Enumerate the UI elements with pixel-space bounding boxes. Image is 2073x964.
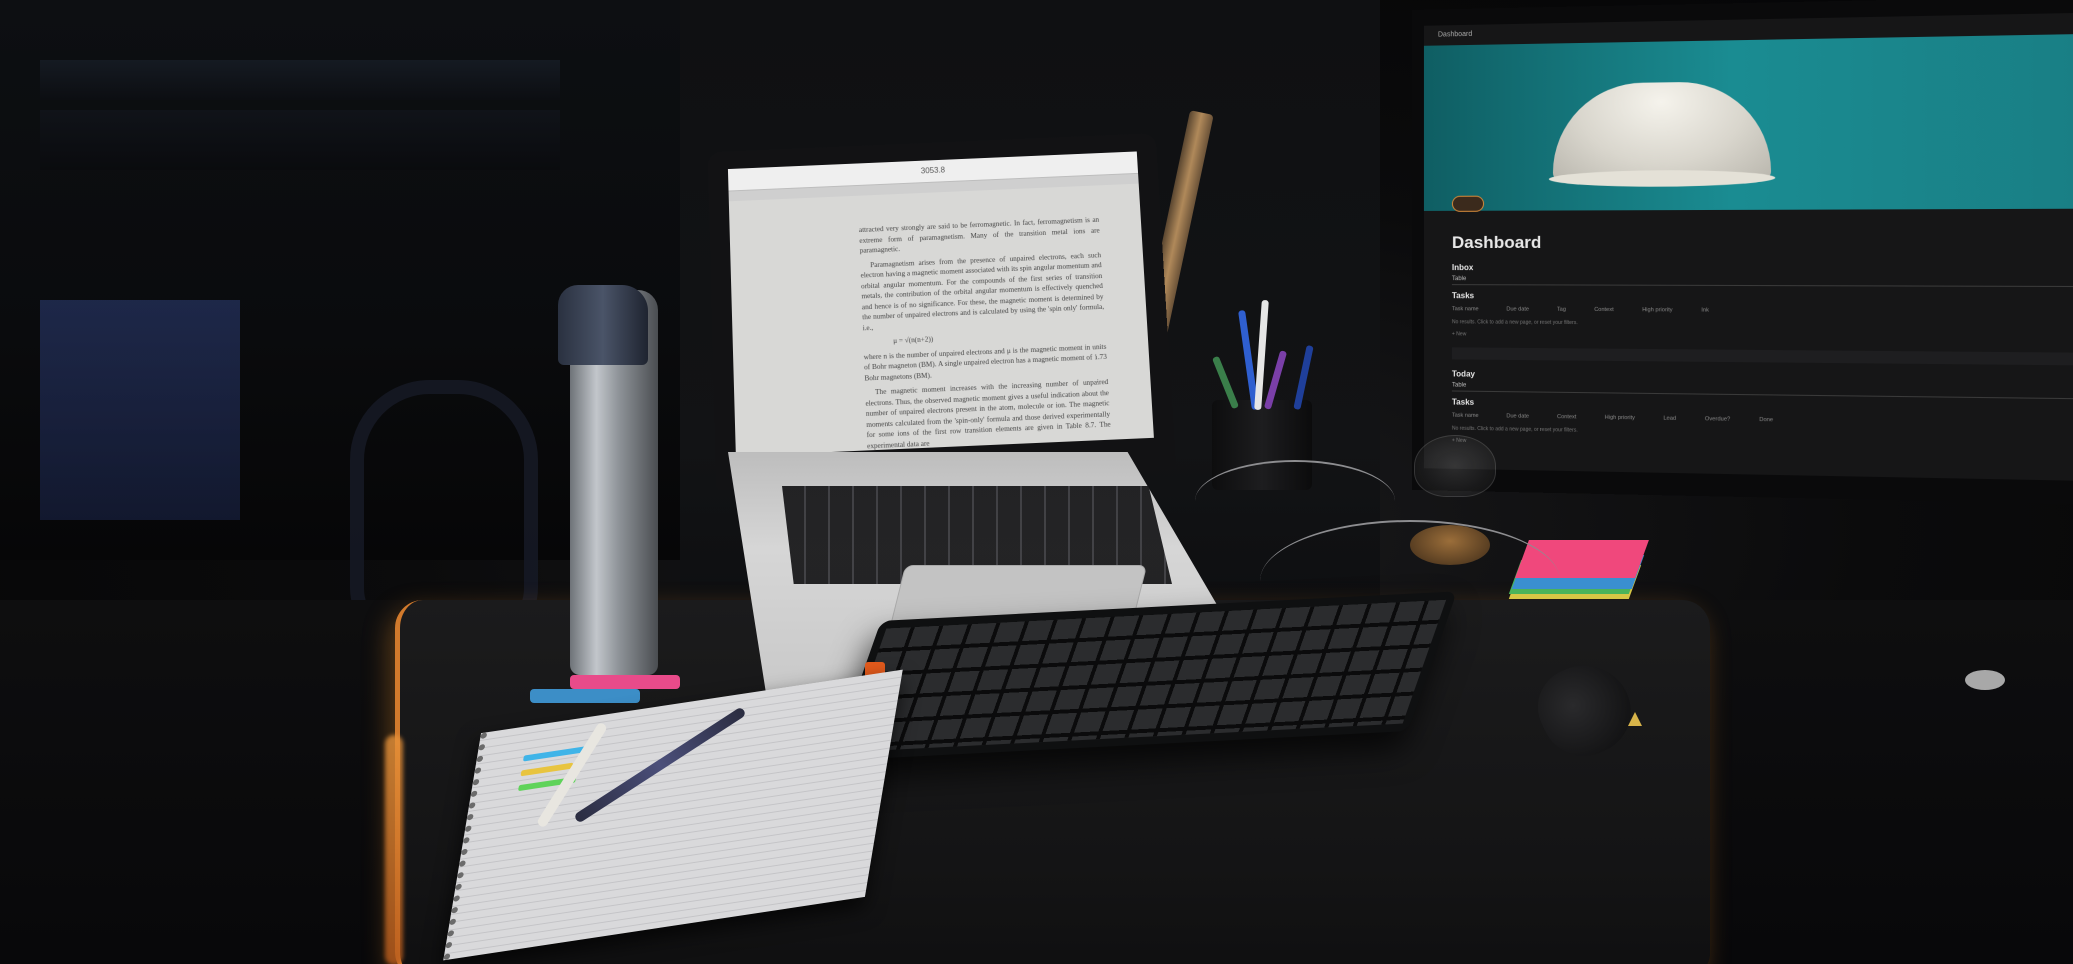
document-body: attracted very strongly are said to be f… <box>729 184 1154 457</box>
column-header[interactable]: High priority <box>1605 415 1635 422</box>
column-header[interactable]: Due date <box>1506 306 1529 312</box>
cable <box>1260 520 1560 642</box>
external-monitor: Dashboard Dashboard Inbox Table Tasks Ta… <box>1412 0 2073 505</box>
page-icon[interactable] <box>1452 196 1484 212</box>
bottle-cap <box>558 285 648 365</box>
inbox-empty-state: No results. Click to add a new page, or … <box>1452 319 2073 329</box>
column-header[interactable]: Task name <box>1452 306 1479 312</box>
column-header[interactable]: Task name <box>1452 413 1479 419</box>
today-new-button[interactable]: + New <box>1452 438 2073 455</box>
shelf-board <box>40 60 560 100</box>
pink-highlighter <box>570 675 680 689</box>
hourglass <box>1414 435 1496 497</box>
column-header[interactable]: High priority <box>1642 307 1672 313</box>
tissue-box <box>40 300 240 520</box>
lamp-rim-graphic <box>1549 170 1775 188</box>
monitor-screen: Dashboard Dashboard Inbox Table Tasks Ta… <box>1424 12 2073 482</box>
inbox-table-tab[interactable]: Table <box>1452 276 2073 287</box>
lamp-cover-graphic <box>1553 81 1771 181</box>
page-title: Dashboard <box>1452 232 2073 253</box>
charger <box>1965 670 2005 690</box>
doc-paragraph: attracted very strongly are said to be f… <box>859 215 1101 256</box>
highlighters <box>530 675 680 705</box>
inbox-database-title[interactable]: Tasks <box>1452 291 2073 303</box>
shelf-board <box>40 110 560 170</box>
column-header[interactable]: Overdue? <box>1705 416 1730 423</box>
column-header[interactable]: Ink <box>1701 307 1709 313</box>
column-header[interactable]: Context <box>1594 307 1614 313</box>
inbox-new-button[interactable]: + New <box>1452 331 2073 342</box>
column-header[interactable]: Due date <box>1506 413 1529 419</box>
column-header[interactable]: Lead <box>1663 416 1676 422</box>
rgb-glow-edge <box>385 735 403 964</box>
desk-setup-photo: Dashboard Dashboard Inbox Table Tasks Ta… <box>0 0 2073 964</box>
inbox-heading: Inbox <box>1452 263 2073 273</box>
blue-highlighter <box>530 689 640 703</box>
laptop-display: 3053.8 attracted very strongly are said … <box>728 151 1154 456</box>
doc-paragraph: Paramagnetism arises from the presence o… <box>860 250 1105 334</box>
laptop-lid: 3053.8 attracted very strongly are said … <box>708 133 1176 490</box>
inbox-column-headers: Task name Due date Tag Context High prio… <box>1452 306 2073 316</box>
column-header[interactable]: Done <box>1759 417 1773 423</box>
doc-paragraph: The magnetic moment increases with the i… <box>865 377 1112 452</box>
column-header[interactable]: Tag <box>1557 307 1566 313</box>
column-header[interactable]: Context <box>1557 414 1576 420</box>
divider <box>1452 347 2073 365</box>
today-table-tab[interactable]: Table <box>1452 382 2073 399</box>
page-body: Dashboard Inbox Table Tasks Task name Du… <box>1424 209 2073 456</box>
doc-paragraph: where n is the number of unpaired electr… <box>864 341 1108 383</box>
cover-image <box>1424 33 2073 211</box>
